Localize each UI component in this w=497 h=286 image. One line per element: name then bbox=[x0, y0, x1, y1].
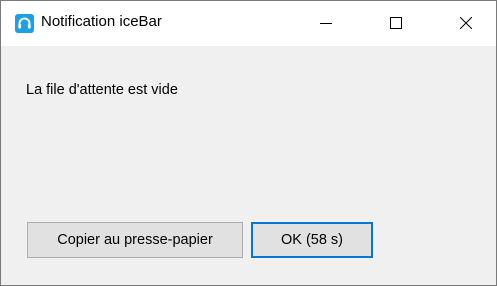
ok-button[interactable]: OK (58 s) bbox=[251, 222, 373, 258]
title-bar[interactable]: Notification iceBar bbox=[1, 1, 496, 46]
close-icon bbox=[460, 17, 472, 29]
window-title: Notification iceBar bbox=[41, 13, 162, 30]
close-button[interactable] bbox=[443, 1, 489, 46]
headset-icon bbox=[15, 14, 34, 33]
minimize-icon bbox=[320, 23, 332, 24]
copy-to-clipboard-button[interactable]: Copier au presse-papier bbox=[27, 222, 243, 258]
maximize-button[interactable] bbox=[373, 1, 419, 46]
minimize-button[interactable] bbox=[303, 1, 349, 46]
maximize-icon bbox=[390, 17, 402, 29]
notification-window: Notification iceBar La file d'attente es… bbox=[0, 0, 497, 286]
notification-message: La file d'attente est vide bbox=[26, 82, 178, 98]
